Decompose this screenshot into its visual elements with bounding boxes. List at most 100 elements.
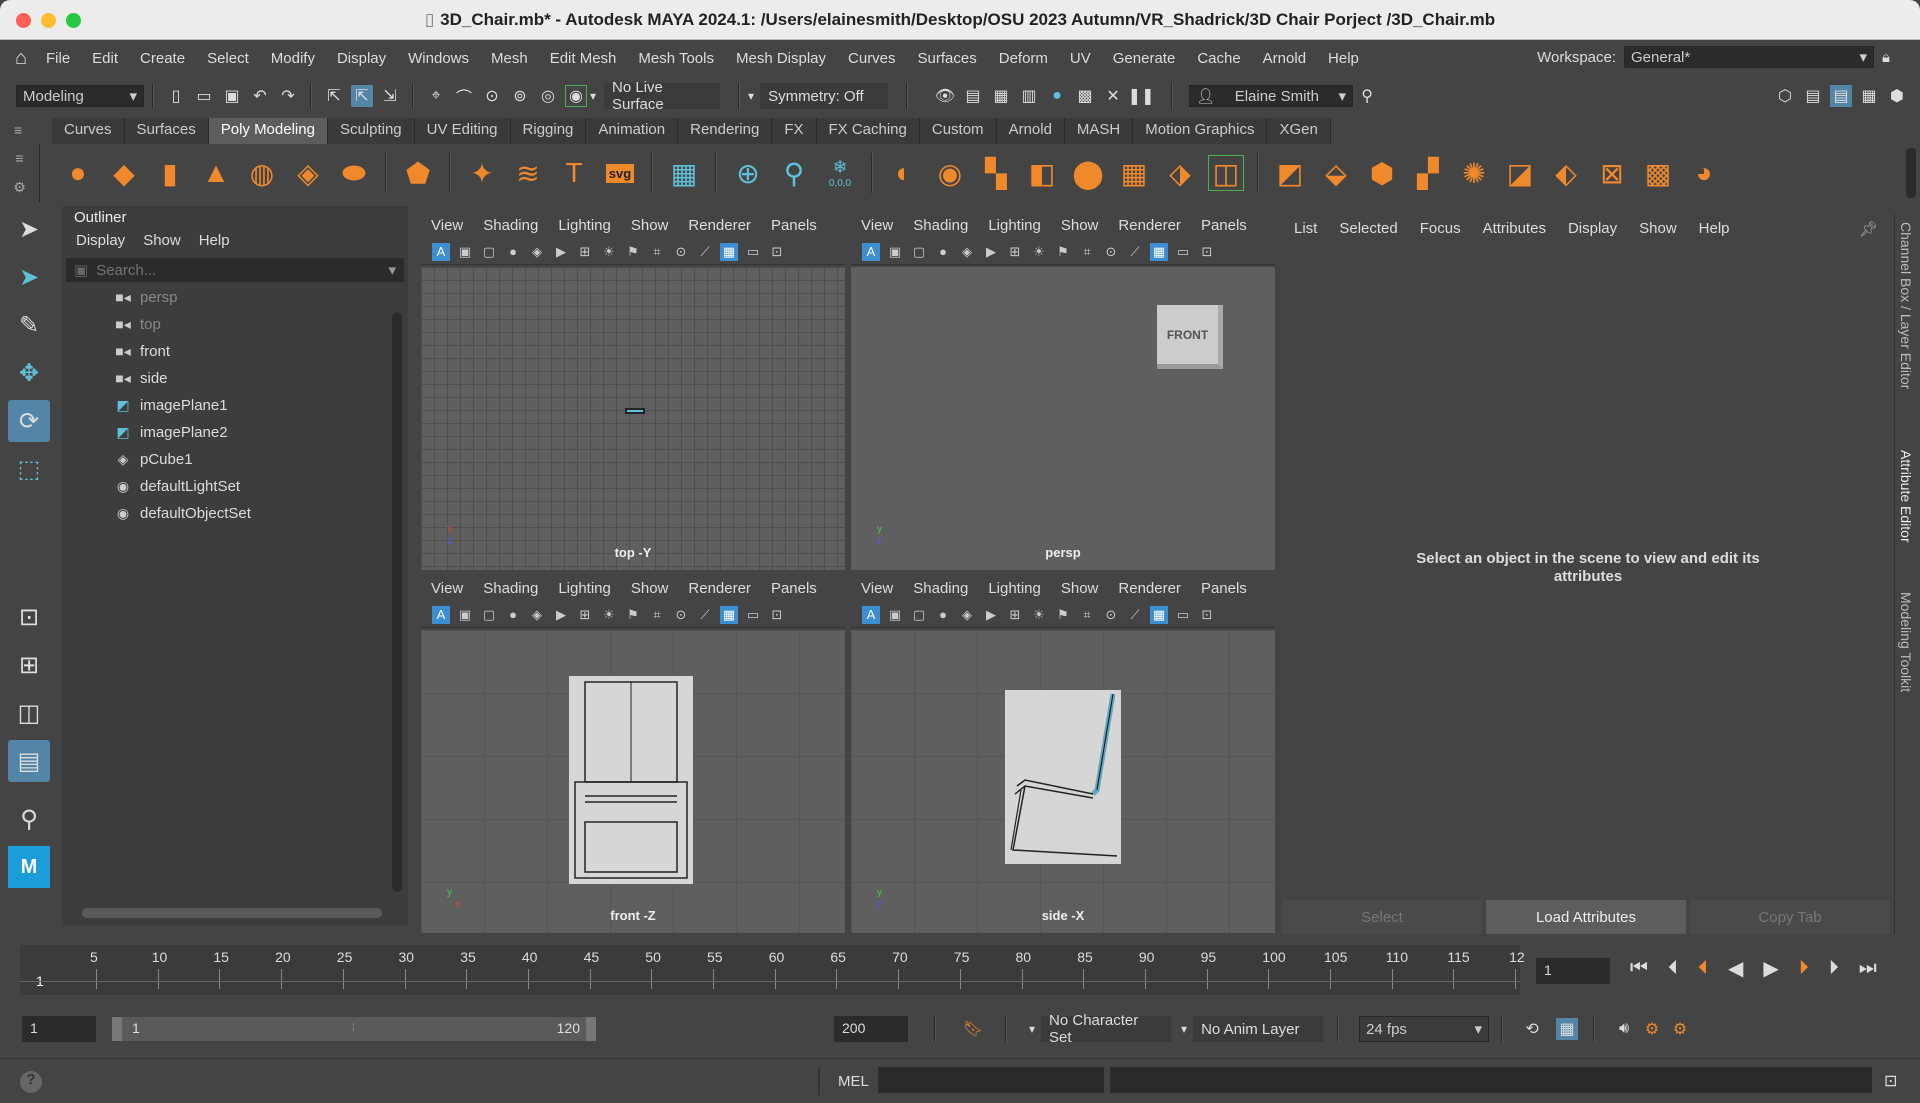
step-forward-icon[interactable]: ⏵ [1829, 957, 1839, 980]
snap-point-icon[interactable]: ⊙ [481, 85, 503, 107]
viewport-side-canvas[interactable]: yz side -X [851, 630, 1275, 933]
wireframe-icon[interactable]: ▢ [910, 606, 928, 624]
shelf-scrollbar[interactable] [1906, 148, 1916, 198]
play-backwards-icon[interactable]: ◀ [1728, 956, 1743, 981]
mirror-icon[interactable]: ◐ [886, 155, 922, 191]
multi-cut-icon[interactable]: ✺ [1456, 155, 1492, 191]
snap-view-icon[interactable]: ⊚ [509, 85, 531, 107]
ipr-render-icon[interactable]: ▦ [990, 85, 1012, 107]
type-tool-icon[interactable]: T [556, 155, 592, 191]
vp-menu-panels[interactable]: Panels [1201, 217, 1247, 234]
outliner-search-input[interactable] [96, 261, 389, 279]
redo-icon[interactable]: ↷ [277, 85, 299, 107]
menu-edit-mesh[interactable]: Edit Mesh [550, 50, 617, 67]
combine-icon[interactable]: ▦ [666, 155, 702, 191]
frame-icon[interactable]: ▣ [886, 606, 904, 624]
resolution-gate-icon[interactable]: ⊡ [1198, 243, 1216, 261]
step-forward-key-icon[interactable]: ⏵ [1799, 957, 1809, 980]
grid-toggle-icon[interactable]: ⌗ [648, 606, 666, 624]
isolate-icon[interactable]: ⊙ [1102, 243, 1120, 261]
shelf-settings-icon[interactable]: ⚙ [13, 179, 26, 196]
gate-icon[interactable]: ⊞ [576, 243, 594, 261]
vp-menu-lighting[interactable]: Lighting [558, 580, 611, 597]
wireframe-icon[interactable]: ▢ [480, 243, 498, 261]
live-surface-field[interactable]: No Live Surface [604, 79, 721, 113]
vp-menu-view[interactable]: View [861, 217, 893, 234]
chevron-down-icon[interactable]: ▾ [590, 89, 596, 103]
menu-select[interactable]: Select [207, 50, 249, 67]
poly-torus-icon[interactable]: ◍ [244, 155, 280, 191]
tool-settings-icon[interactable]: ▤ [1830, 85, 1852, 107]
channel-box-icon[interactable]: ▦ [1858, 85, 1880, 107]
front-chair-image-plane[interactable] [569, 676, 693, 884]
arnold-render-icon[interactable]: ▩ [1074, 85, 1096, 107]
vp-menu-shading[interactable]: Shading [913, 580, 968, 597]
vp-menu-show[interactable]: Show [1061, 580, 1099, 597]
outliner-item[interactable]: ◩ imagePlane2 [62, 419, 408, 446]
light-icon[interactable]: ☀ [600, 243, 618, 261]
ae-copy-tab-button[interactable]: Copy Tab [1690, 900, 1890, 934]
workspace-icon[interactable]: ⬢ [1886, 85, 1908, 107]
wireframe-icon[interactable]: ▢ [910, 243, 928, 261]
shelf-tab-rendering[interactable]: Rendering [678, 118, 773, 144]
chevron-down-icon[interactable]: ▾ [1029, 1022, 1035, 1036]
snap-curve-icon[interactable]: ⌒ [453, 85, 475, 107]
pcube-top-view[interactable] [625, 408, 645, 414]
outliner-item[interactable]: ■◂ side [62, 365, 408, 392]
select-camera-icon[interactable]: A [432, 242, 450, 261]
shelf-tab-mash[interactable]: MASH [1064, 118, 1134, 144]
render-frame-icon[interactable]: ▤ [962, 85, 984, 107]
menu-display[interactable]: Display [337, 50, 386, 67]
shelf-tab-sculpting[interactable]: Sculpting [327, 118, 415, 144]
ae-menu-help[interactable]: Help [1699, 220, 1730, 238]
outliner-menu-display[interactable]: Display [76, 232, 125, 250]
shelf-tab-surfaces[interactable]: Surfaces [124, 118, 209, 144]
shelf-tab-rigging[interactable]: Rigging [510, 118, 587, 144]
loop-icon[interactable]: ⟲ [1521, 1018, 1543, 1040]
light-icon[interactable]: ☀ [1030, 243, 1048, 261]
film-gate-icon[interactable]: ▭ [744, 243, 762, 261]
select-tool-icon[interactable]: ➤ [8, 208, 50, 250]
isolate-icon[interactable]: ⊙ [1102, 606, 1120, 624]
reset-transform-icon[interactable]: ❄ 0,0,0 [822, 155, 858, 191]
gate-icon[interactable]: ⊞ [576, 606, 594, 624]
settings-icon[interactable]: ⚙ [1669, 1018, 1691, 1040]
isolate-icon[interactable]: ⊙ [672, 606, 690, 624]
texture-icon[interactable]: ◈ [528, 243, 546, 261]
attribute-editor-tab[interactable]: Attribute Editor [1898, 450, 1914, 543]
shelf-tab-fx[interactable]: FX [772, 118, 817, 144]
chevron-down-icon[interactable]: ▾ [388, 261, 396, 279]
light-icon[interactable]: ☀ [600, 606, 618, 624]
shelf-tab-xgen[interactable]: XGen [1267, 118, 1331, 144]
outliner-item[interactable]: ◉ defaultObjectSet [62, 500, 408, 527]
lasso-tool-icon[interactable]: ➤ [8, 256, 50, 298]
poly-cube-icon[interactable]: ◆ [106, 155, 142, 191]
outliner-item[interactable]: ■◂ top [62, 311, 408, 338]
poly-disc-icon[interactable]: ⬬ [336, 155, 372, 191]
poly-cylinder-icon[interactable]: ▮ [152, 155, 188, 191]
frame-icon[interactable]: ▣ [456, 606, 474, 624]
viewport-front-canvas[interactable]: yx front -Z [421, 630, 845, 933]
time-slider[interactable]: 5 10 15 20 25 30 35 40 45 50 55 60 65 70 75 80 85 90 95 100… [20, 945, 1525, 995]
film-gate-icon[interactable]: ▭ [1174, 606, 1192, 624]
viewport-top-canvas[interactable]: xz top -Y [421, 267, 845, 570]
outliner-item[interactable]: ■◂ persp [62, 284, 408, 311]
modeling-toolkit-icon[interactable]: ⬡ [1774, 85, 1796, 107]
single-pane-layout-icon[interactable]: ⊡ [8, 596, 50, 638]
bookmark-icon[interactable]: 🔖︎ [962, 1018, 984, 1040]
ae-load-attributes-button[interactable]: Load Attributes [1486, 900, 1686, 934]
fill-hole-icon[interactable]: ⬖ [1548, 155, 1584, 191]
svg-tool-icon[interactable]: svg [602, 155, 638, 191]
shelf-menu-icon[interactable]: ≡ [14, 122, 36, 144]
outliner-item[interactable]: ◩ imagePlane1 [62, 392, 408, 419]
layout-uv-icon[interactable]: ▩ [1640, 155, 1676, 191]
shelf-tab-uv-editing[interactable]: UV Editing [414, 118, 511, 144]
resolution-gate-icon[interactable]: ⊡ [768, 606, 786, 624]
hypershade-icon[interactable]: ● [1046, 85, 1068, 107]
bookmark-icon[interactable]: ⚑ [1054, 606, 1072, 624]
grid-toggle-icon[interactable]: ⌗ [1078, 606, 1096, 624]
undo-icon[interactable]: ↶ [249, 85, 271, 107]
lock-icon[interactable]: 🔒︎ [1882, 49, 1890, 66]
platonic-solid-icon[interactable]: ⬟ [400, 155, 436, 191]
open-scene-icon[interactable]: ▭ [193, 85, 215, 107]
